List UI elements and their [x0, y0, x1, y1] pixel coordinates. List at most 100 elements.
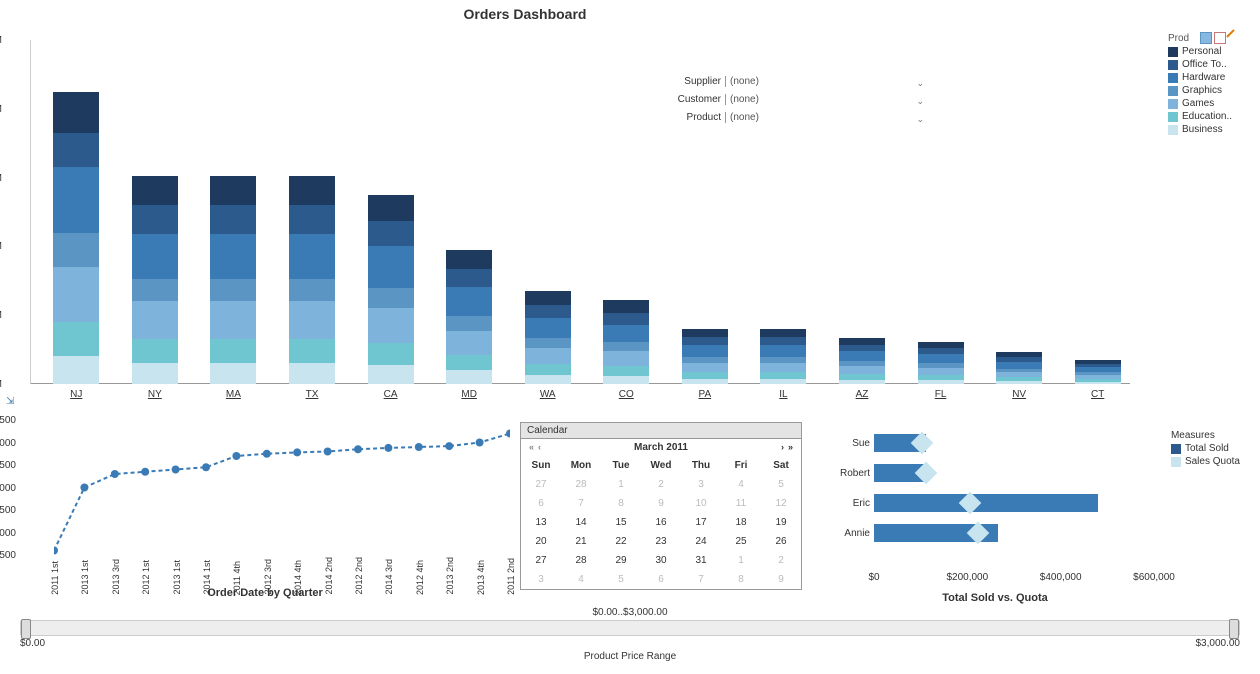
legend-item[interactable]: Business [1168, 124, 1240, 135]
line-chart-title: Order Date by Quarter [20, 587, 510, 599]
calendar-dow: Mon [561, 456, 601, 475]
calendar-day[interactable]: 23 [641, 532, 681, 551]
calendar-dow: Thu [681, 456, 721, 475]
price-range-slider[interactable]: $0.00..$3,000.00 $0.00 $3,000.00 Product… [20, 607, 1240, 662]
calendar-month-label: March 2011 [634, 442, 688, 453]
line-chart[interactable]: 5001,0001,5002,0002,5003,0003,500 2011 1… [20, 420, 510, 595]
x-category[interactable]: CT [1075, 389, 1121, 400]
calendar-panel: Calendar «‹ March 2011 ›» SunMonTueWedTh… [520, 422, 802, 590]
calendar-day[interactable]: 7 [561, 494, 601, 513]
legend-item[interactable]: Hardware [1168, 72, 1240, 83]
calendar-day[interactable]: 4 [721, 475, 761, 494]
calendar-day[interactable]: 14 [561, 513, 601, 532]
calendar-day[interactable]: 21 [561, 532, 601, 551]
legend-title: Prod [1168, 33, 1189, 44]
calendar-title: Calendar [521, 423, 801, 439]
calendar-dow: Sat [761, 456, 801, 475]
calendar-day[interactable]: 9 [761, 570, 801, 589]
calendar-day[interactable]: 8 [601, 494, 641, 513]
calendar-day[interactable]: 2 [641, 475, 681, 494]
stacked-bar-chart[interactable]: 0M2M4M6M8M10M NJNYMATXCAMDWACOPAILAZFLNV… [20, 40, 1130, 400]
calendar-day[interactable]: 9 [641, 494, 681, 513]
measures-legend-title: Measures [1171, 430, 1240, 441]
hbar-row[interactable]: Robert [830, 460, 1160, 486]
legend-edit-icon[interactable] [1200, 32, 1240, 44]
hbar-row[interactable]: Eric [830, 490, 1160, 516]
legend-item[interactable]: Graphics [1168, 85, 1240, 96]
calendar-day[interactable]: 27 [521, 551, 561, 570]
calendar-day[interactable]: 2 [761, 551, 801, 570]
calendar-day[interactable]: 25 [721, 532, 761, 551]
x-category[interactable]: FL [918, 389, 964, 400]
measures-legend-item: Sales Quota [1185, 456, 1240, 467]
calendar-day[interactable]: 30 [641, 551, 681, 570]
hbar-row[interactable]: Annie [830, 520, 1160, 546]
calendar-day[interactable]: 11 [721, 494, 761, 513]
calendar-day[interactable]: 16 [641, 513, 681, 532]
x-category[interactable]: CO [603, 389, 649, 400]
calendar-day[interactable]: 22 [601, 532, 641, 551]
calendar-day[interactable]: 29 [601, 551, 641, 570]
calendar-day[interactable]: 4 [561, 570, 601, 589]
calendar-day[interactable]: 26 [761, 532, 801, 551]
legend-item[interactable]: Office To.. [1168, 59, 1240, 70]
calendar-day[interactable]: 6 [641, 570, 681, 589]
calendar-day[interactable]: 28 [561, 475, 601, 494]
x-category[interactable]: MD [446, 389, 492, 400]
slider-min: $0.00 [20, 638, 45, 649]
calendar-dow: Wed [641, 456, 681, 475]
page-title: Orders Dashboard [0, 6, 1050, 22]
calendar-day[interactable]: 28 [561, 551, 601, 570]
legend-item[interactable]: Games [1168, 98, 1240, 109]
calendar-prev-icon[interactable]: «‹ [529, 442, 541, 452]
x-category[interactable]: PA [682, 389, 728, 400]
x-category[interactable]: CA [368, 389, 414, 400]
calendar-day[interactable]: 19 [761, 513, 801, 532]
hbar-title: Total Sold vs. Quota [830, 592, 1160, 604]
calendar-day[interactable]: 18 [721, 513, 761, 532]
calendar-day[interactable]: 27 [521, 475, 561, 494]
x-category[interactable]: WA [525, 389, 571, 400]
calendar-day[interactable]: 1 [721, 551, 761, 570]
legend-item[interactable]: Education.. [1168, 111, 1240, 122]
x-category[interactable]: NY [132, 389, 178, 400]
measures-legend: Measures Total Sold Sales Quota [1171, 430, 1240, 467]
measures-legend-item: Total Sold [1185, 443, 1229, 454]
calendar-day[interactable]: 5 [761, 475, 801, 494]
calendar-dow: Fri [721, 456, 761, 475]
calendar-day[interactable]: 12 [761, 494, 801, 513]
calendar-day[interactable]: 15 [601, 513, 641, 532]
calendar-day[interactable]: 5 [601, 570, 641, 589]
product-legend: Prod Personal Office To.. Hardware Graphics… [1168, 32, 1240, 135]
slider-max: $3,000.00 [1196, 638, 1241, 649]
calendar-day[interactable]: 10 [681, 494, 721, 513]
x-category[interactable]: MA [210, 389, 256, 400]
calendar-day[interactable]: 7 [681, 570, 721, 589]
calendar-dow: Sun [521, 456, 561, 475]
x-category[interactable]: AZ [839, 389, 885, 400]
legend-item[interactable]: Personal [1168, 46, 1240, 57]
calendar-day[interactable]: 31 [681, 551, 721, 570]
drill-icon[interactable]: ⇲ [6, 396, 14, 407]
slider-range-label: $0.00..$3,000.00 [20, 607, 1240, 618]
calendar-day[interactable]: 1 [601, 475, 641, 494]
sold-vs-quota-chart[interactable]: SueRobertEricAnnie $0$200,000$400,000$60… [830, 430, 1160, 600]
hbar-row[interactable]: Sue [830, 430, 1160, 456]
calendar-day[interactable]: 8 [721, 570, 761, 589]
slider-title: Product Price Range [20, 651, 1240, 662]
x-category[interactable]: TX [289, 389, 335, 400]
slider-track[interactable] [20, 620, 1240, 636]
slider-handle-max[interactable] [1229, 619, 1239, 639]
slider-handle-min[interactable] [21, 619, 31, 639]
calendar-day[interactable]: 20 [521, 532, 561, 551]
calendar-day[interactable]: 17 [681, 513, 721, 532]
calendar-day[interactable]: 24 [681, 532, 721, 551]
calendar-day[interactable]: 6 [521, 494, 561, 513]
calendar-day[interactable]: 13 [521, 513, 561, 532]
x-category[interactable]: NV [996, 389, 1042, 400]
calendar-next-icon[interactable]: ›» [781, 442, 793, 452]
x-category[interactable]: IL [760, 389, 806, 400]
calendar-day[interactable]: 3 [521, 570, 561, 589]
calendar-day[interactable]: 3 [681, 475, 721, 494]
x-category[interactable]: NJ [53, 389, 99, 400]
